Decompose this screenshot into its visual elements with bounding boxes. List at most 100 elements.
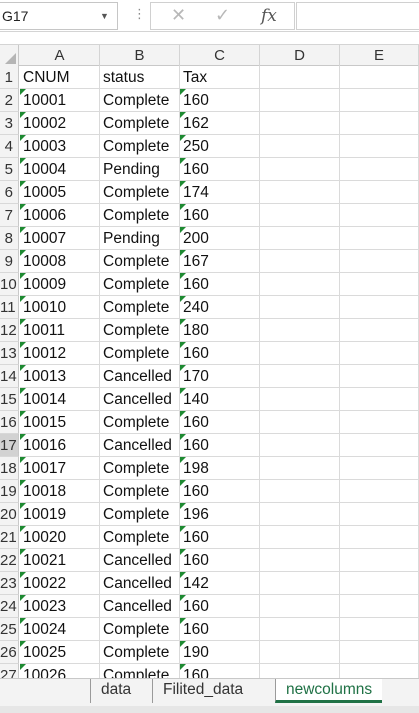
cell-e[interactable] bbox=[340, 434, 419, 457]
cell-d[interactable] bbox=[260, 227, 340, 250]
cell-e[interactable] bbox=[340, 296, 419, 319]
cell-c[interactable]: 160 bbox=[180, 342, 260, 365]
close-icon[interactable]: ✕ bbox=[171, 5, 186, 26]
cell-c[interactable]: 196 bbox=[180, 503, 260, 526]
cell-d[interactable] bbox=[260, 273, 340, 296]
cell-b[interactable]: Complete bbox=[100, 204, 180, 227]
column-header-d[interactable]: D bbox=[260, 45, 340, 66]
row-header[interactable]: 15 bbox=[0, 388, 19, 411]
cell-e[interactable] bbox=[340, 526, 419, 549]
row-header[interactable]: 16 bbox=[0, 411, 19, 434]
cell-e[interactable] bbox=[340, 365, 419, 388]
row-header[interactable]: 26 bbox=[0, 641, 19, 664]
chevron-down-icon[interactable]: ▼ bbox=[100, 11, 109, 21]
row-header[interactable]: 23 bbox=[0, 572, 19, 595]
cell-d[interactable] bbox=[260, 549, 340, 572]
cell-b[interactable]: Pending bbox=[100, 158, 180, 181]
cell-b[interactable]: Complete bbox=[100, 503, 180, 526]
cell-b[interactable]: Complete bbox=[100, 664, 180, 678]
cell-c[interactable]: 160 bbox=[180, 204, 260, 227]
row-header[interactable]: 6 bbox=[0, 181, 19, 204]
cell-d[interactable] bbox=[260, 503, 340, 526]
cell-c[interactable]: 160 bbox=[180, 664, 260, 678]
row-header[interactable]: 21 bbox=[0, 526, 19, 549]
cell-c[interactable]: 170 bbox=[180, 365, 260, 388]
row-header[interactable]: 24 bbox=[0, 595, 19, 618]
cell-c[interactable]: Tax bbox=[180, 66, 260, 89]
cell-b[interactable]: Complete bbox=[100, 112, 180, 135]
cell-a[interactable]: 10009 bbox=[20, 273, 100, 296]
cell-d[interactable] bbox=[260, 457, 340, 480]
cell-d[interactable] bbox=[260, 112, 340, 135]
cell-b[interactable]: Cancelled bbox=[100, 549, 180, 572]
column-header-e[interactable]: E bbox=[340, 45, 419, 66]
cell-e[interactable] bbox=[340, 457, 419, 480]
cell-c[interactable]: 162 bbox=[180, 112, 260, 135]
cell-e[interactable] bbox=[340, 135, 419, 158]
cell-b[interactable]: Complete bbox=[100, 526, 180, 549]
cell-a[interactable]: 10005 bbox=[20, 181, 100, 204]
cell-b[interactable]: Cancelled bbox=[100, 388, 180, 411]
cell-a[interactable]: 10023 bbox=[20, 595, 100, 618]
cell-a[interactable]: 10012 bbox=[20, 342, 100, 365]
cell-c[interactable]: 180 bbox=[180, 319, 260, 342]
cell-b[interactable]: Cancelled bbox=[100, 595, 180, 618]
column-header-a[interactable]: A bbox=[20, 45, 100, 66]
cell-d[interactable] bbox=[260, 480, 340, 503]
row-header[interactable]: 13 bbox=[0, 342, 19, 365]
cell-a[interactable]: 10004 bbox=[20, 158, 100, 181]
cell-d[interactable] bbox=[260, 204, 340, 227]
cell-d[interactable] bbox=[260, 595, 340, 618]
cell-a[interactable]: 10015 bbox=[20, 411, 100, 434]
cell-d[interactable] bbox=[260, 572, 340, 595]
row-header[interactable]: 19 bbox=[0, 480, 19, 503]
drag-handle-icon[interactable]: ⋮ bbox=[133, 6, 146, 22]
row-header[interactable]: 22 bbox=[0, 549, 19, 572]
cell-a[interactable]: 10019 bbox=[20, 503, 100, 526]
sheet-tab-filited-data[interactable]: Filited_data bbox=[152, 679, 253, 703]
insert-function-icon[interactable]: fx bbox=[261, 6, 277, 26]
cell-e[interactable] bbox=[340, 204, 419, 227]
cell-e[interactable] bbox=[340, 641, 419, 664]
cell-d[interactable] bbox=[260, 342, 340, 365]
cell-d[interactable] bbox=[260, 641, 340, 664]
row-header[interactable]: 5 bbox=[0, 158, 19, 181]
cell-b[interactable]: Complete bbox=[100, 411, 180, 434]
row-header[interactable]: 20 bbox=[0, 503, 19, 526]
row-header[interactable]: 3 bbox=[0, 112, 19, 135]
cell-d[interactable] bbox=[260, 434, 340, 457]
cell-c[interactable]: 200 bbox=[180, 227, 260, 250]
row-header[interactable]: 2 bbox=[0, 89, 19, 112]
cell-c[interactable]: 198 bbox=[180, 457, 260, 480]
cell-a[interactable]: 10021 bbox=[20, 549, 100, 572]
cell-c[interactable]: 174 bbox=[180, 181, 260, 204]
cell-c[interactable]: 160 bbox=[180, 434, 260, 457]
cell-c[interactable]: 160 bbox=[180, 618, 260, 641]
cell-a[interactable]: 10011 bbox=[20, 319, 100, 342]
row-header[interactable]: 4 bbox=[0, 135, 19, 158]
cell-e[interactable] bbox=[340, 227, 419, 250]
cell-a[interactable]: 10006 bbox=[20, 204, 100, 227]
row-header[interactable]: 9 bbox=[0, 250, 19, 273]
cell-a[interactable]: 10013 bbox=[20, 365, 100, 388]
cell-e[interactable] bbox=[340, 411, 419, 434]
cell-b[interactable]: Complete bbox=[100, 89, 180, 112]
cell-e[interactable] bbox=[340, 158, 419, 181]
cell-e[interactable] bbox=[340, 595, 419, 618]
select-all-button[interactable] bbox=[0, 45, 19, 66]
cell-d[interactable] bbox=[260, 365, 340, 388]
cell-e[interactable] bbox=[340, 664, 419, 678]
cell-e[interactable] bbox=[340, 181, 419, 204]
cell-e[interactable] bbox=[340, 342, 419, 365]
cell-b[interactable]: Cancelled bbox=[100, 365, 180, 388]
cell-a[interactable]: 10003 bbox=[20, 135, 100, 158]
cell-b[interactable]: Cancelled bbox=[100, 572, 180, 595]
cell-d[interactable] bbox=[260, 89, 340, 112]
column-header-b[interactable]: B bbox=[100, 45, 180, 66]
horizontal-scrollbar[interactable] bbox=[0, 706, 419, 713]
cell-e[interactable] bbox=[340, 319, 419, 342]
cell-a[interactable]: 10026 bbox=[20, 664, 100, 678]
cell-b[interactable]: Complete bbox=[100, 250, 180, 273]
cell-b[interactable]: Pending bbox=[100, 227, 180, 250]
cell-e[interactable] bbox=[340, 89, 419, 112]
